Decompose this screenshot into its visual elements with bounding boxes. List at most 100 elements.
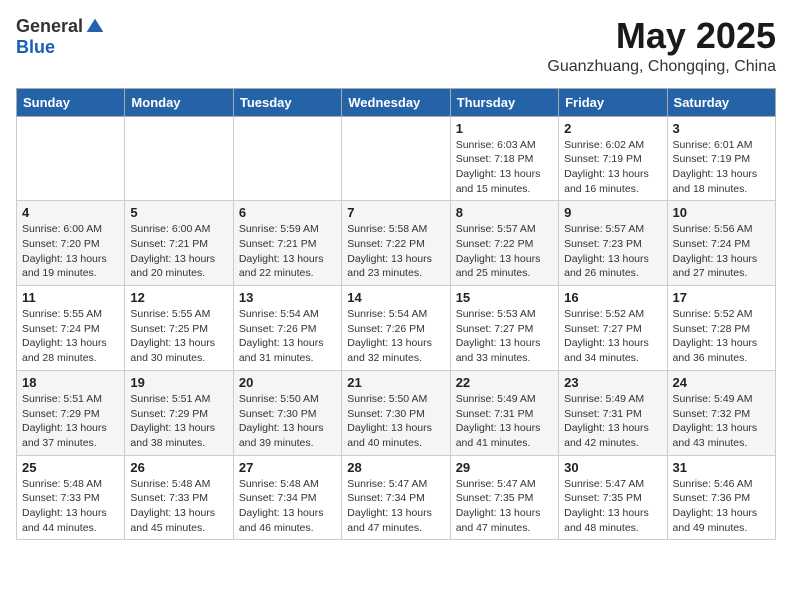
day-number: 25 [22, 460, 119, 475]
calendar-cell: 19 Sunrise: 5:51 AM Sunset: 7:29 PM Dayli… [125, 370, 233, 455]
calendar-row-3: 18 Sunrise: 5:51 AM Sunset: 7:29 PM Dayli… [17, 370, 776, 455]
day-number: 22 [456, 375, 553, 390]
day-number: 26 [130, 460, 227, 475]
day-info: Sunrise: 5:50 AM Sunset: 7:30 PM Dayligh… [239, 392, 336, 451]
day-info: Sunrise: 5:49 AM Sunset: 7:31 PM Dayligh… [456, 392, 553, 451]
day-info: Sunrise: 5:58 AM Sunset: 7:22 PM Dayligh… [347, 222, 444, 281]
calendar-cell: 25 Sunrise: 5:48 AM Sunset: 7:33 PM Dayli… [17, 455, 125, 540]
day-info: Sunrise: 5:47 AM Sunset: 7:34 PM Dayligh… [347, 477, 444, 536]
calendar-cell: 5Sunrise: 6:00 AM Sunset: 7:21 PM Daylig… [125, 201, 233, 286]
day-number: 16 [564, 290, 661, 305]
page-header: General Blue May 2025 Guanzhuang, Chongq… [16, 16, 776, 76]
location-title: Guanzhuang, Chongqing, China [547, 58, 776, 76]
day-info: Sunrise: 6:01 AM Sunset: 7:19 PM Dayligh… [673, 138, 770, 197]
day-number: 27 [239, 460, 336, 475]
calendar-table: SundayMondayTuesdayWednesdayThursdayFrid… [16, 88, 776, 541]
calendar-cell: 23 Sunrise: 5:49 AM Sunset: 7:31 PM Dayli… [559, 370, 667, 455]
day-number: 23 [564, 375, 661, 390]
day-info: Sunrise: 5:53 AM Sunset: 7:27 PM Dayligh… [456, 307, 553, 366]
day-number: 17 [673, 290, 770, 305]
day-number: 6 [239, 205, 336, 220]
day-number: 15 [456, 290, 553, 305]
logo-icon [85, 17, 105, 37]
day-info: Sunrise: 5:50 AM Sunset: 7:30 PM Dayligh… [347, 392, 444, 451]
day-info: Sunrise: 5:49 AM Sunset: 7:32 PM Dayligh… [673, 392, 770, 451]
weekday-header-wednesday: Wednesday [342, 88, 450, 116]
calendar-cell: 20 Sunrise: 5:50 AM Sunset: 7:30 PM Dayli… [233, 370, 341, 455]
day-number: 11 [22, 290, 119, 305]
calendar-cell: 17 Sunrise: 5:52 AM Sunset: 7:28 PM Dayli… [667, 286, 775, 371]
weekday-header-row: SundayMondayTuesdayWednesdayThursdayFrid… [17, 88, 776, 116]
logo: General Blue [16, 16, 105, 58]
day-number: 10 [673, 205, 770, 220]
day-info: Sunrise: 5:52 AM Sunset: 7:27 PM Dayligh… [564, 307, 661, 366]
day-info: Sunrise: 6:00 AM Sunset: 7:21 PM Dayligh… [130, 222, 227, 281]
day-info: Sunrise: 5:48 AM Sunset: 7:34 PM Dayligh… [239, 477, 336, 536]
day-info: Sunrise: 5:48 AM Sunset: 7:33 PM Dayligh… [130, 477, 227, 536]
calendar-cell: 11 Sunrise: 5:55 AM Sunset: 7:24 PM Dayli… [17, 286, 125, 371]
day-info: Sunrise: 5:57 AM Sunset: 7:23 PM Dayligh… [564, 222, 661, 281]
day-info: Sunrise: 5:56 AM Sunset: 7:24 PM Dayligh… [673, 222, 770, 281]
day-number: 21 [347, 375, 444, 390]
calendar-cell: 15 Sunrise: 5:53 AM Sunset: 7:27 PM Dayli… [450, 286, 558, 371]
day-info: Sunrise: 5:57 AM Sunset: 7:22 PM Dayligh… [456, 222, 553, 281]
calendar-cell: 14Sunrise: 5:54 AM Sunset: 7:26 PM Dayli… [342, 286, 450, 371]
calendar-cell: 7 Sunrise: 5:58 AM Sunset: 7:22 PM Daylig… [342, 201, 450, 286]
day-info: Sunrise: 6:03 AM Sunset: 7:18 PM Dayligh… [456, 138, 553, 197]
calendar-cell [233, 116, 341, 201]
day-number: 12 [130, 290, 227, 305]
day-info: Sunrise: 5:49 AM Sunset: 7:31 PM Dayligh… [564, 392, 661, 451]
day-number: 31 [673, 460, 770, 475]
day-info: Sunrise: 5:55 AM Sunset: 7:25 PM Dayligh… [130, 307, 227, 366]
day-info: Sunrise: 5:48 AM Sunset: 7:33 PM Dayligh… [22, 477, 119, 536]
calendar-cell [342, 116, 450, 201]
logo-general-text: General [16, 16, 83, 37]
calendar-cell [17, 116, 125, 201]
month-title: May 2025 [547, 16, 776, 56]
calendar-cell: 9Sunrise: 5:57 AM Sunset: 7:23 PM Daylig… [559, 201, 667, 286]
day-info: Sunrise: 5:47 AM Sunset: 7:35 PM Dayligh… [456, 477, 553, 536]
calendar-cell [125, 116, 233, 201]
calendar-row-1: 4Sunrise: 6:00 AM Sunset: 7:20 PM Daylig… [17, 201, 776, 286]
weekday-header-tuesday: Tuesday [233, 88, 341, 116]
calendar-cell: 3Sunrise: 6:01 AM Sunset: 7:19 PM Daylig… [667, 116, 775, 201]
logo-blue-text: Blue [16, 37, 55, 58]
day-info: Sunrise: 5:47 AM Sunset: 7:35 PM Dayligh… [564, 477, 661, 536]
day-number: 2 [564, 121, 661, 136]
day-number: 20 [239, 375, 336, 390]
calendar-cell: 27 Sunrise: 5:48 AM Sunset: 7:34 PM Dayli… [233, 455, 341, 540]
calendar-row-2: 11 Sunrise: 5:55 AM Sunset: 7:24 PM Dayli… [17, 286, 776, 371]
day-info: Sunrise: 5:51 AM Sunset: 7:29 PM Dayligh… [130, 392, 227, 451]
day-number: 29 [456, 460, 553, 475]
calendar-cell: 6 Sunrise: 5:59 AM Sunset: 7:21 PM Daylig… [233, 201, 341, 286]
calendar-row-4: 25 Sunrise: 5:48 AM Sunset: 7:33 PM Dayli… [17, 455, 776, 540]
day-number: 19 [130, 375, 227, 390]
calendar-cell: 16 Sunrise: 5:52 AM Sunset: 7:27 PM Dayli… [559, 286, 667, 371]
calendar-cell: 22 Sunrise: 5:49 AM Sunset: 7:31 PM Dayli… [450, 370, 558, 455]
calendar-cell: 10 Sunrise: 5:56 AM Sunset: 7:24 PM Dayli… [667, 201, 775, 286]
day-info: Sunrise: 5:59 AM Sunset: 7:21 PM Dayligh… [239, 222, 336, 281]
day-number: 30 [564, 460, 661, 475]
day-number: 8 [456, 205, 553, 220]
day-info: Sunrise: 5:46 AM Sunset: 7:36 PM Dayligh… [673, 477, 770, 536]
day-number: 1 [456, 121, 553, 136]
weekday-header-saturday: Saturday [667, 88, 775, 116]
calendar-cell: 31 Sunrise: 5:46 AM Sunset: 7:36 PM Dayli… [667, 455, 775, 540]
calendar-cell: 18 Sunrise: 5:51 AM Sunset: 7:29 PM Dayli… [17, 370, 125, 455]
calendar-cell: 12 Sunrise: 5:55 AM Sunset: 7:25 PM Dayli… [125, 286, 233, 371]
calendar-cell: 21 Sunrise: 5:50 AM Sunset: 7:30 PM Dayli… [342, 370, 450, 455]
day-info: Sunrise: 5:55 AM Sunset: 7:24 PM Dayligh… [22, 307, 119, 366]
day-number: 28 [347, 460, 444, 475]
calendar-cell: 13Sunrise: 5:54 AM Sunset: 7:26 PM Dayli… [233, 286, 341, 371]
weekday-header-monday: Monday [125, 88, 233, 116]
day-info: Sunrise: 5:51 AM Sunset: 7:29 PM Dayligh… [22, 392, 119, 451]
day-number: 18 [22, 375, 119, 390]
calendar-cell: 24 Sunrise: 5:49 AM Sunset: 7:32 PM Dayli… [667, 370, 775, 455]
day-info: Sunrise: 5:52 AM Sunset: 7:28 PM Dayligh… [673, 307, 770, 366]
calendar-row-0: 1 Sunrise: 6:03 AM Sunset: 7:18 PM Daylig… [17, 116, 776, 201]
title-section: May 2025 Guanzhuang, Chongqing, China [547, 16, 776, 76]
day-number: 24 [673, 375, 770, 390]
day-number: 7 [347, 205, 444, 220]
day-info: Sunrise: 5:54 AM Sunset: 7:26 PM Dayligh… [239, 307, 336, 366]
calendar-cell: 30 Sunrise: 5:47 AM Sunset: 7:35 PM Dayli… [559, 455, 667, 540]
